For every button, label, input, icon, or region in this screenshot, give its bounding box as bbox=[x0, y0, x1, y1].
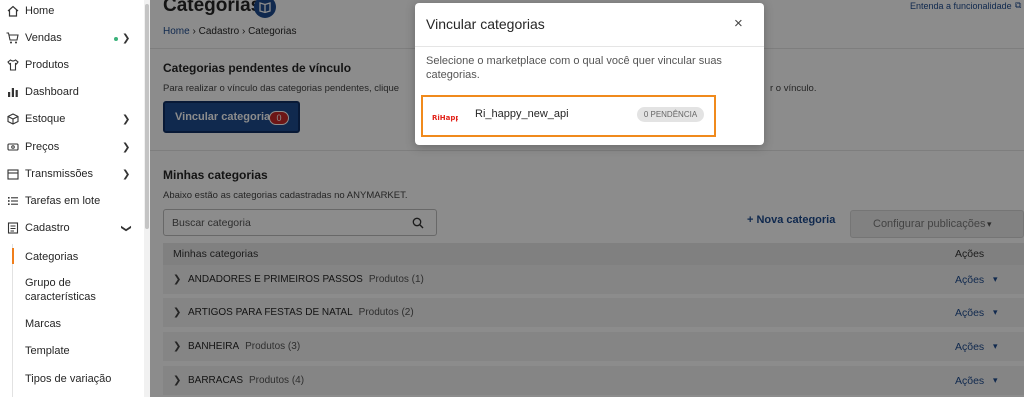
calendar-icon bbox=[6, 168, 19, 181]
chevron-right-icon: ❯ bbox=[122, 141, 131, 153]
shirt-icon bbox=[6, 59, 19, 72]
chevron-right-icon: ❯ bbox=[122, 168, 131, 180]
home-icon bbox=[6, 5, 19, 18]
sidebar-item-label: Vendas bbox=[25, 32, 62, 44]
submenu-rail bbox=[12, 244, 13, 397]
sidebar-subitem-categorias[interactable]: Categorias bbox=[25, 250, 78, 264]
marketplace-logo: RiHappy bbox=[432, 110, 465, 122]
sidebar-item-estoque[interactable]: Estoque ❯ bbox=[0, 109, 140, 129]
chevron-right-icon: ❯ bbox=[122, 113, 131, 125]
vincular-categorias-modal: Vincular categorias × Selecione o market… bbox=[415, 3, 764, 145]
sidebar-item-home[interactable]: Home bbox=[0, 1, 140, 21]
chevron-down-icon: ❯ bbox=[120, 223, 132, 233]
divider bbox=[415, 46, 764, 47]
sidebar-item-label: Estoque bbox=[25, 113, 66, 125]
sidebar-item-transmissoes[interactable]: Transmissões ❯ bbox=[0, 164, 140, 184]
sidebar-item-dashboard[interactable]: Dashboard bbox=[0, 82, 140, 102]
form-icon bbox=[6, 222, 19, 235]
sidebar-scrollbar-thumb[interactable] bbox=[145, 4, 149, 229]
modal-title: Vincular categorias bbox=[426, 16, 545, 32]
logo-text: RiHappy bbox=[432, 114, 458, 122]
bar-chart-icon bbox=[6, 86, 19, 99]
sidebar-item-vendas[interactable]: Vendas ❯ bbox=[0, 28, 140, 48]
sidebar: Home Vendas ❯ Produtos Dashboard Estoque… bbox=[0, 0, 150, 397]
sidebar-item-tarefas-em-lote[interactable]: Tarefas em lote bbox=[0, 191, 140, 211]
list-icon bbox=[6, 195, 19, 208]
sidebar-item-label: Dashboard bbox=[25, 86, 79, 98]
sidebar-subitem-marcas[interactable]: Marcas bbox=[25, 317, 61, 331]
pending-badge: 0 PENDÊNCIA bbox=[637, 107, 704, 122]
sidebar-subitem-tipos-de-variacao[interactable]: Tipos de variação bbox=[25, 372, 111, 386]
sidebar-item-cadastro[interactable]: Cadastro ❯ bbox=[0, 218, 140, 238]
price-tag-icon bbox=[6, 141, 19, 154]
sidebar-item-produtos[interactable]: Produtos bbox=[0, 55, 140, 75]
sidebar-subitem-template[interactable]: Template bbox=[25, 344, 70, 358]
sidebar-item-label: Produtos bbox=[25, 59, 70, 71]
box-icon bbox=[6, 113, 19, 126]
sidebar-item-label: Cadastro bbox=[25, 222, 70, 234]
marketplace-name: Ri_happy_new_api bbox=[475, 108, 569, 120]
status-dot bbox=[114, 37, 118, 41]
active-indicator bbox=[12, 248, 14, 264]
modal-desc: Selecione o marketplace com o qual você … bbox=[426, 55, 722, 81]
sidebar-subitem-grupo-de-caracteristicas[interactable]: Grupo de características bbox=[25, 276, 125, 304]
marketplace-option[interactable]: RiHappy Ri_happy_new_api 0 PENDÊNCIA bbox=[421, 95, 716, 137]
sidebar-item-label: Tarefas em lote bbox=[25, 195, 101, 207]
cart-icon bbox=[6, 32, 19, 45]
sidebar-item-label: Home bbox=[25, 5, 55, 17]
close-icon[interactable]: × bbox=[734, 16, 743, 31]
sidebar-item-label: Transmissões bbox=[25, 168, 94, 180]
sidebar-item-label: Preços bbox=[25, 141, 60, 153]
chevron-right-icon: ❯ bbox=[122, 32, 131, 44]
sidebar-item-precos[interactable]: Preços ❯ bbox=[0, 137, 140, 157]
